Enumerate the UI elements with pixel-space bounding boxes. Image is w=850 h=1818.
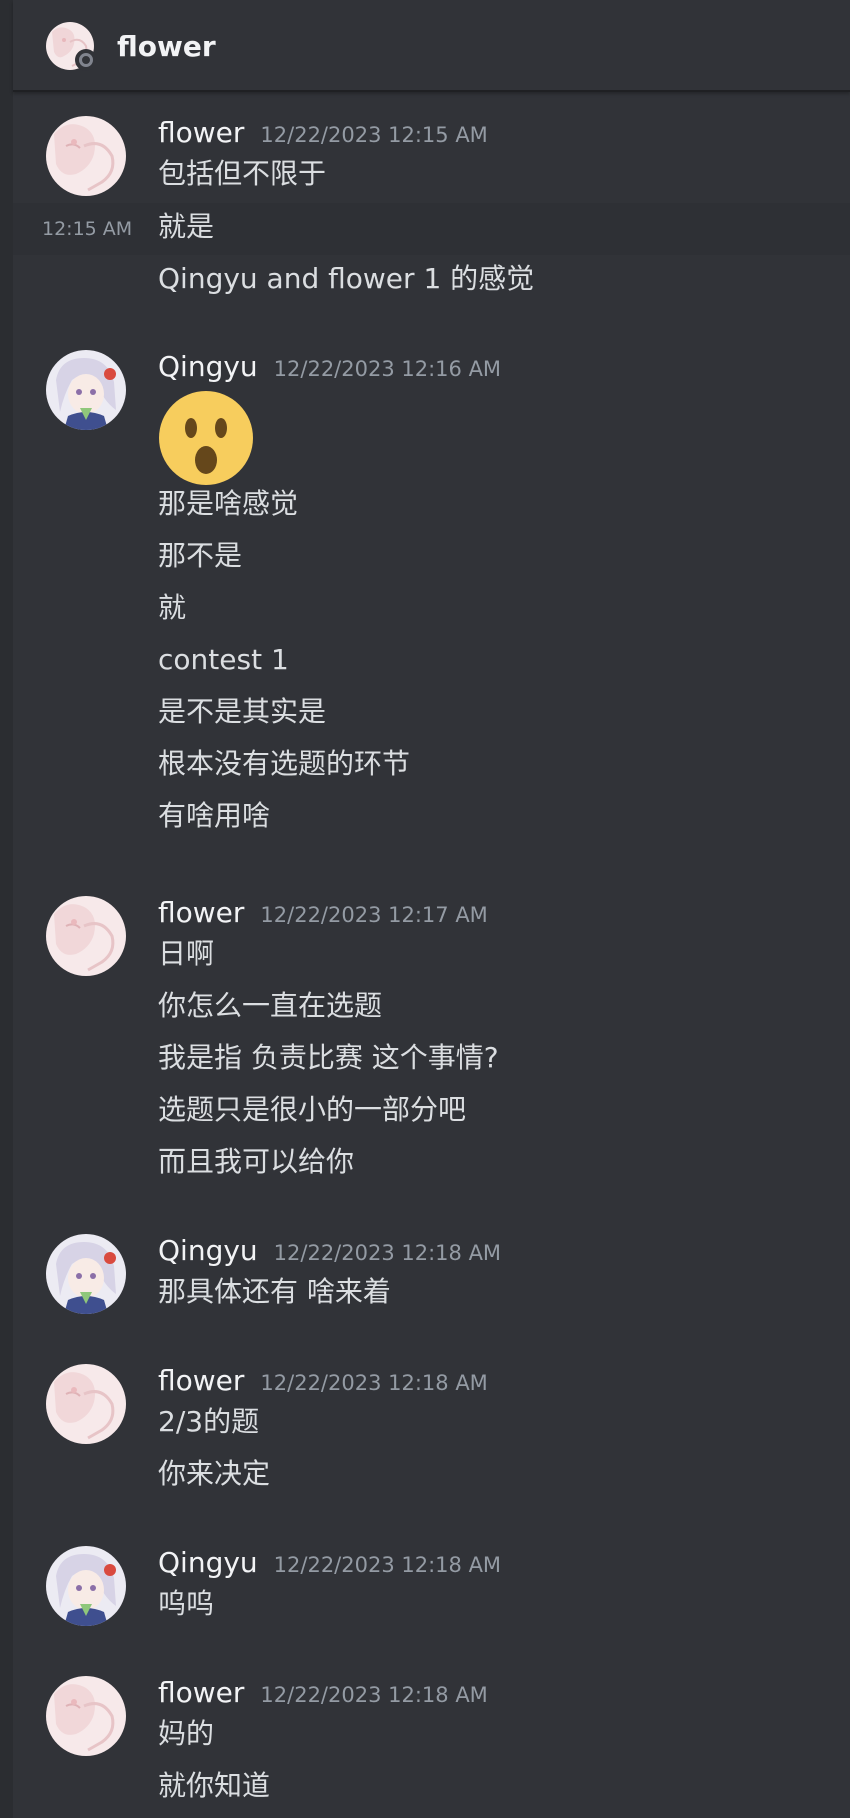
message-header: flower 12/22/2023 12:18 AM	[158, 1364, 488, 1397]
message-timestamp[interactable]: 12/22/2023 12:18 AM	[260, 1371, 487, 1395]
chat-window: flower flower 12/22/2023 12:15 AM 包括但不限于 …	[0, 0, 850, 1818]
message-header: flower 12/22/2023 12:15 AM	[158, 116, 488, 149]
author-name[interactable]: flower	[158, 1676, 244, 1709]
message-text: Qingyu and flower 1 的感觉	[158, 262, 535, 295]
message-text: 就	[158, 591, 187, 624]
message-text: contest 1	[158, 643, 289, 676]
message-text: 你怎么一直在选题	[158, 989, 383, 1022]
message-text: 那不是	[158, 539, 243, 572]
header-title: flower	[117, 30, 216, 63]
message-text: 选题只是很小的一部分吧	[158, 1093, 467, 1126]
message-header: Qingyu 12/22/2023 12:18 AM	[158, 1546, 501, 1579]
hover-timestamp: 12:15 AM	[42, 218, 133, 240]
message-text: 就你知道	[158, 1769, 271, 1802]
message-timestamp[interactable]: 12/22/2023 12:18 AM	[260, 1683, 487, 1707]
hovered-message-row[interactable]	[13, 203, 850, 255]
message-text: 妈的	[158, 1717, 215, 1750]
message-timestamp[interactable]: 12/22/2023 12:15 AM	[260, 123, 487, 147]
message-text: 包括但不限于	[158, 157, 327, 190]
message-text: 你来决定	[158, 1457, 271, 1490]
hushed-face-emoji-icon	[159, 391, 253, 485]
message-timestamp[interactable]: 12/22/2023 12:18 AM	[274, 1241, 501, 1265]
message-text: 有啥用啥	[158, 799, 271, 832]
message-header: flower 12/22/2023 12:17 AM	[158, 896, 488, 929]
message-text: 那是啥感觉	[158, 487, 299, 520]
message-text: 根本没有选题的环节	[158, 747, 411, 780]
message-timestamp[interactable]: 12/22/2023 12:16 AM	[274, 357, 501, 381]
author-name[interactable]: flower	[158, 896, 244, 929]
user-avatar[interactable]	[46, 896, 126, 976]
user-avatar[interactable]	[46, 1676, 126, 1756]
offline-status-icon	[75, 49, 97, 71]
user-avatar[interactable]	[46, 1234, 126, 1314]
message-text: 呜呜	[158, 1587, 215, 1620]
author-name[interactable]: Qingyu	[158, 1234, 258, 1267]
message-text: 那具体还有 啥来着	[158, 1275, 391, 1308]
message-text: 2/3的题	[158, 1405, 260, 1438]
message-header: Qingyu 12/22/2023 12:18 AM	[158, 1234, 501, 1267]
author-name[interactable]: Qingyu	[158, 1546, 258, 1579]
author-name[interactable]: Qingyu	[158, 350, 258, 383]
message-text: 就是	[158, 210, 215, 243]
author-name[interactable]: flower	[158, 116, 244, 149]
user-avatar[interactable]	[46, 116, 126, 196]
message-text: 日啊	[158, 937, 215, 970]
message-text: 而且我可以给你	[158, 1145, 355, 1178]
channel-header: flower	[13, 0, 850, 92]
message-text: 我是指 负责比赛 这个事情?	[158, 1041, 499, 1074]
author-name[interactable]: flower	[158, 1364, 244, 1397]
user-avatar[interactable]	[46, 1546, 126, 1626]
user-avatar[interactable]	[46, 1364, 126, 1444]
message-list[interactable]: flower 12/22/2023 12:15 AM 包括但不限于 12:15 A…	[0, 92, 850, 1818]
message-text: 是不是其实是	[158, 695, 327, 728]
user-avatar[interactable]	[46, 350, 126, 430]
message-header: flower 12/22/2023 12:18 AM	[158, 1676, 488, 1709]
message-header: Qingyu 12/22/2023 12:16 AM	[158, 350, 501, 383]
message-timestamp[interactable]: 12/22/2023 12:17 AM	[260, 903, 487, 927]
message-timestamp[interactable]: 12/22/2023 12:18 AM	[274, 1553, 501, 1577]
